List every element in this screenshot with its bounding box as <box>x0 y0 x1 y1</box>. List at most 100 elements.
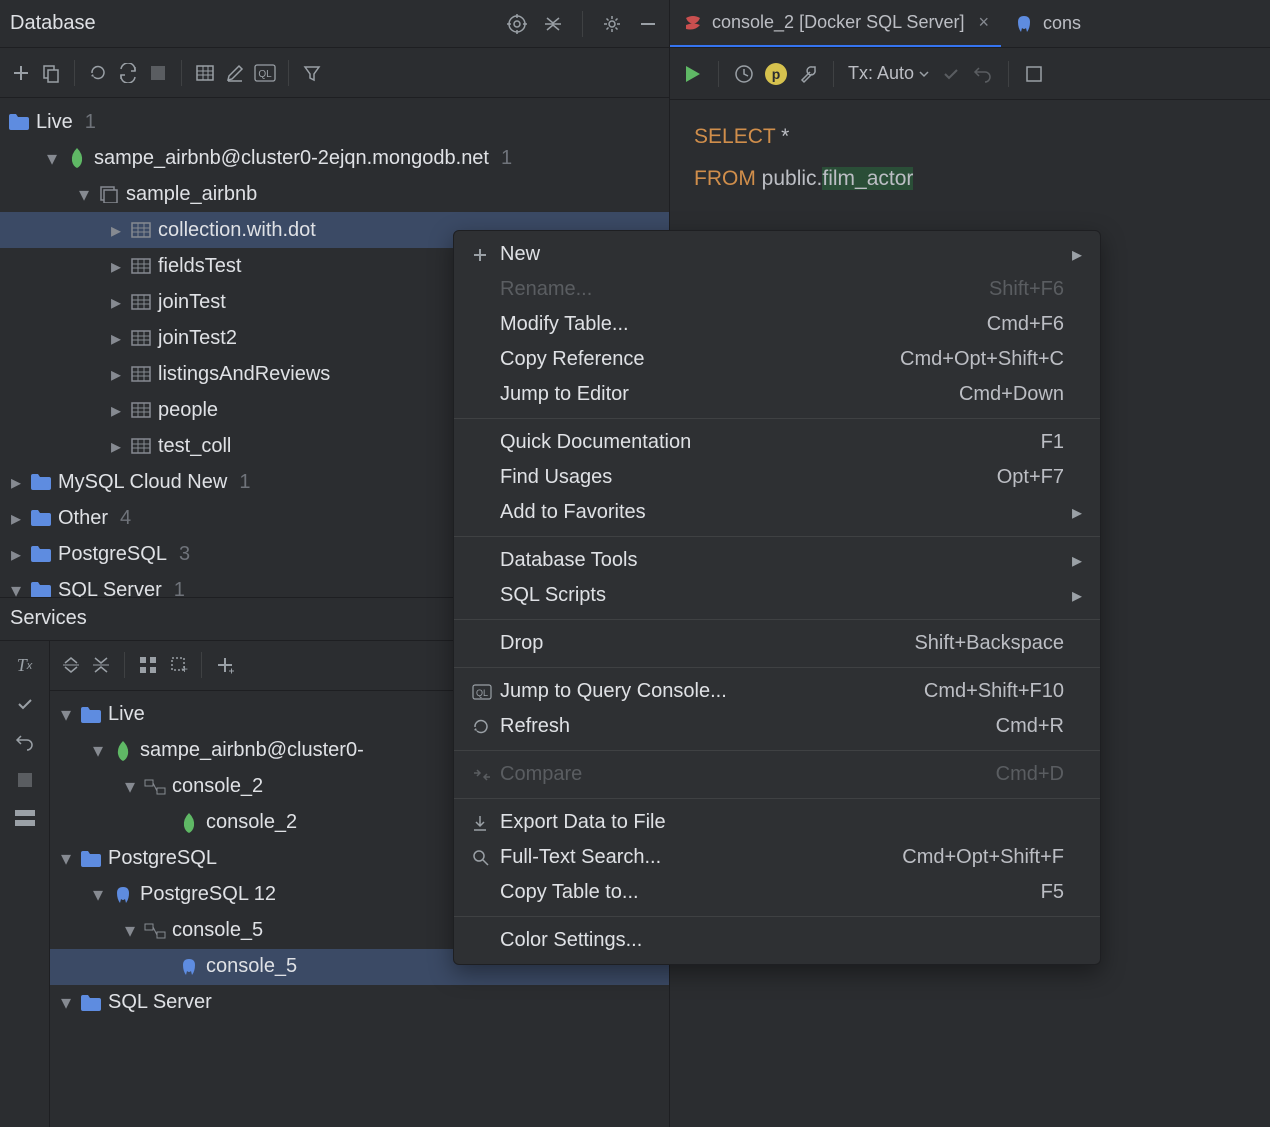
output-icon[interactable] <box>1023 63 1045 85</box>
pin-icon[interactable]: + <box>167 654 189 676</box>
chevron-icon[interactable] <box>8 542 24 567</box>
editor-toolbar: p Tx: Auto <box>670 48 1270 100</box>
stop2-icon[interactable] <box>14 769 36 791</box>
copy-icon[interactable] <box>40 62 62 84</box>
svc-sqlserver[interactable]: SQL Server <box>50 985 669 1021</box>
chevron-right-icon[interactable] <box>108 218 124 243</box>
schema-indicator[interactable]: p <box>765 63 787 85</box>
chevron-down-icon[interactable] <box>90 882 106 907</box>
tab-console2[interactable]: console_2 [Docker SQL Server] × <box>670 0 1001 47</box>
rollback-icon[interactable] <box>14 731 36 753</box>
expand-all-icon[interactable] <box>60 654 82 676</box>
chevron-icon[interactable] <box>8 578 24 597</box>
folder-count: 4 <box>120 507 131 530</box>
menu-item[interactable]: Copy ReferenceCmd+Opt+Shift+C <box>454 342 1100 377</box>
menu-label: Database Tools <box>500 549 1064 572</box>
menu-shortcut: Cmd+F6 <box>987 313 1064 336</box>
chevron-right-icon[interactable] <box>108 326 124 351</box>
chevron-right-icon[interactable] <box>108 434 124 459</box>
chevron-down-icon[interactable] <box>58 702 74 727</box>
tree-root-live[interactable]: Live 1 <box>0 104 669 140</box>
menu-shortcut: Cmd+D <box>996 763 1064 786</box>
menu-item[interactable]: Modify Table...Cmd+F6 <box>454 307 1100 342</box>
folder-icon <box>30 507 52 529</box>
gear-icon[interactable] <box>601 13 623 35</box>
menu-item[interactable]: Export Data to File <box>454 805 1100 840</box>
submenu-arrow-icon: ▸ <box>1064 548 1082 573</box>
tree-schema[interactable]: sample_airbnb <box>0 176 669 212</box>
chevron-down-icon[interactable] <box>58 846 74 871</box>
editor-content[interactable]: SELECT * FROM public.film_actor <box>670 100 1270 216</box>
chevron-right-icon[interactable] <box>108 362 124 387</box>
tab-label: cons <box>1043 13 1081 34</box>
menu-item[interactable]: SQL Scripts▸ <box>454 578 1100 613</box>
menu-item[interactable]: Find UsagesOpt+F7 <box>454 460 1100 495</box>
ql-icon[interactable]: QL <box>254 62 276 84</box>
menu-label: Quick Documentation <box>500 431 1041 454</box>
layout-icon[interactable] <box>14 807 36 829</box>
chevron-down-icon[interactable] <box>90 738 106 763</box>
history-icon[interactable] <box>733 63 755 85</box>
filter-icon[interactable] <box>301 62 323 84</box>
tx-mode[interactable]: Tx: Auto <box>848 63 930 84</box>
chevron-icon[interactable] <box>8 470 24 495</box>
menu-item[interactable]: Database Tools▸ <box>454 543 1100 578</box>
sync-icon[interactable] <box>117 62 139 84</box>
menu-item[interactable]: DropShift+Backspace <box>454 626 1100 661</box>
chevron-down-icon[interactable] <box>58 990 74 1015</box>
commit2-icon[interactable] <box>940 63 962 85</box>
add2-icon[interactable] <box>214 654 236 676</box>
console-icon <box>144 776 166 798</box>
chevron-down-icon[interactable] <box>44 146 60 171</box>
menu-item[interactable]: QLJump to Query Console...Cmd+Shift+F10 <box>454 674 1100 709</box>
stop-icon[interactable] <box>147 62 169 84</box>
folder-label: MySQL Cloud New <box>58 471 227 494</box>
menu-item[interactable]: Jump to EditorCmd+Down <box>454 377 1100 412</box>
folder-icon <box>30 579 52 597</box>
menu-item[interactable]: Add to Favorites▸ <box>454 495 1100 530</box>
folder-label: PostgreSQL <box>58 543 167 566</box>
search-icon <box>472 849 500 867</box>
menu-item[interactable]: Color Settings... <box>454 923 1100 958</box>
menu-item[interactable]: RefreshCmd+R <box>454 709 1100 744</box>
menu-label: Color Settings... <box>500 929 1064 952</box>
table-icon <box>130 363 152 385</box>
run-icon[interactable] <box>682 63 704 85</box>
tab-cons[interactable]: cons <box>1001 0 1093 47</box>
collapse-icon[interactable] <box>542 13 564 35</box>
rollback2-icon[interactable] <box>972 63 994 85</box>
edit-icon[interactable] <box>224 62 246 84</box>
chevron-right-icon[interactable] <box>108 398 124 423</box>
menu-item: Rename...Shift+F6 <box>454 272 1100 307</box>
chevron-right-icon[interactable] <box>108 290 124 315</box>
postgres-icon <box>178 956 200 978</box>
collapse-all-icon[interactable] <box>90 654 112 676</box>
menu-shortcut: Cmd+Opt+Shift+C <box>900 348 1064 371</box>
mongodb-icon <box>66 147 88 169</box>
minimize-icon[interactable] <box>637 13 659 35</box>
svg-text:QL: QL <box>476 688 488 698</box>
chevron-down-icon[interactable] <box>122 918 138 943</box>
chevron-right-icon[interactable] <box>108 254 124 279</box>
add-icon[interactable] <box>10 62 32 84</box>
focus-icon[interactable] <box>506 13 528 35</box>
menu-item[interactable]: New▸ <box>454 237 1100 272</box>
tree-connection[interactable]: sampe_airbnb@cluster0-2ejqn.mongodb.net … <box>0 140 669 176</box>
tx-icon[interactable]: Tx <box>14 655 36 677</box>
group-icon[interactable] <box>137 654 159 676</box>
menu-item[interactable]: Quick DocumentationF1 <box>454 425 1100 460</box>
commit-icon[interactable] <box>14 693 36 715</box>
database-title: Database <box>10 12 96 35</box>
close-icon[interactable]: × <box>978 12 989 33</box>
folder-label: SQL Server <box>58 579 162 597</box>
chevron-down-icon[interactable] <box>122 774 138 799</box>
refresh-icon[interactable] <box>87 62 109 84</box>
chevron-down-icon[interactable] <box>76 182 92 207</box>
menu-item[interactable]: Copy Table to...F5 <box>454 875 1100 910</box>
chevron-icon[interactable] <box>8 506 24 531</box>
ql-icon: QL <box>472 684 500 700</box>
menu-item[interactable]: Full-Text Search...Cmd+Opt+Shift+F <box>454 840 1100 875</box>
refresh-icon <box>472 718 500 736</box>
wrench-icon[interactable] <box>797 63 819 85</box>
table-view-icon[interactable] <box>194 62 216 84</box>
